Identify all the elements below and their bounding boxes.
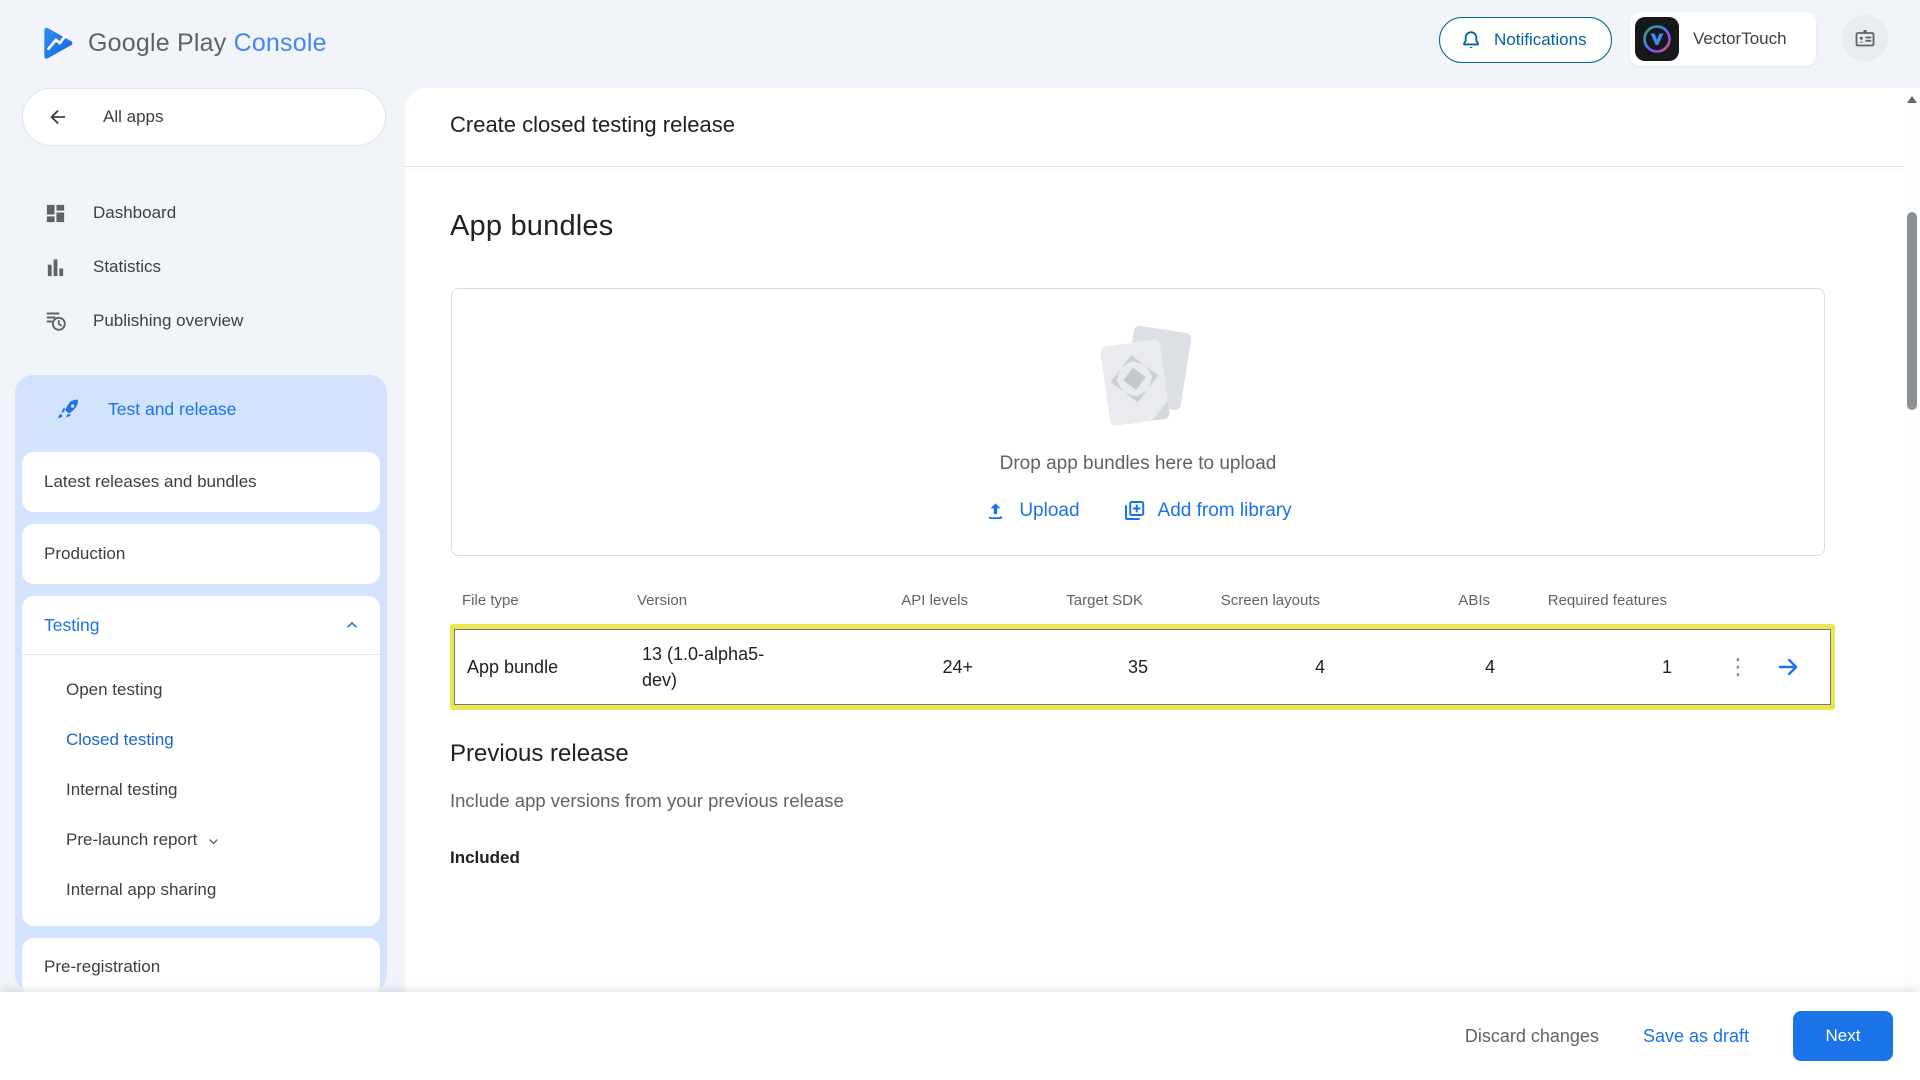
sidebar: All apps Dashboard Statistics Publishing… — [0, 88, 405, 992]
cell-abis: 4 — [1325, 657, 1495, 678]
drop-zone-text: Drop app bundles here to upload — [1000, 453, 1277, 475]
page-title-bar: Create closed testing release — [405, 88, 1920, 166]
chevron-down-icon — [206, 834, 221, 849]
scroll-up-arrow-icon[interactable] — [1907, 96, 1917, 103]
next-button[interactable]: Next — [1793, 1011, 1893, 1061]
library-add-icon — [1122, 499, 1146, 523]
all-apps-label: All apps — [103, 107, 163, 127]
brand-text: Google Play Console — [88, 29, 327, 58]
previous-release-heading: Previous release — [450, 740, 629, 768]
sidebar-card-latest-releases[interactable]: Latest releases and bundles — [22, 452, 380, 512]
sidebar-item-test-and-release[interactable]: Test and release — [15, 375, 387, 445]
upload-icon — [984, 500, 1007, 523]
divider — [405, 166, 1920, 167]
brand-console: Console — [234, 29, 327, 57]
sub-item-label: Internal testing — [66, 780, 178, 800]
app-account-chip[interactable]: VectorTouch — [1630, 12, 1816, 66]
brand-google-play: Google Play — [88, 29, 226, 57]
dashboard-icon — [44, 202, 67, 225]
upload-label: Upload — [1019, 500, 1079, 522]
cell-api-levels: 24+ — [870, 657, 973, 678]
sidebar-item-label: Publishing overview — [93, 311, 243, 331]
column-version: Version — [625, 592, 865, 609]
sidebar-card-testing: Testing Open testing Closed testing Inte… — [22, 596, 380, 926]
google-play-console-logo[interactable]: Google Play Console — [38, 24, 327, 62]
bar-chart-icon — [44, 256, 67, 279]
column-api-levels: API levels — [865, 592, 968, 609]
testing-label: Testing — [44, 615, 99, 636]
all-apps-back-button[interactable]: All apps — [22, 88, 386, 146]
add-from-library-label: Add from library — [1158, 500, 1292, 522]
row-detail-arrow-button[interactable] — [1775, 654, 1801, 680]
column-abis: ABIs — [1320, 592, 1490, 609]
cell-screen-layouts: 4 — [1148, 657, 1325, 678]
sidebar-item-label: Dashboard — [93, 203, 176, 223]
app-bundles-heading: App bundles — [450, 210, 613, 243]
column-target-sdk: Target SDK — [968, 592, 1143, 609]
included-label: Included — [450, 848, 520, 868]
app-bundle-pages-icon — [1075, 321, 1201, 439]
cell-required-features: 1 — [1495, 657, 1672, 678]
bundle-row-highlight: App bundle 13 (1.0-alpha5-dev) 24+ 35 4 … — [450, 624, 1835, 710]
page-title: Create closed testing release — [450, 112, 735, 138]
id-badge-icon — [1853, 26, 1877, 50]
column-required-features: Required features — [1490, 592, 1667, 609]
discard-changes-button[interactable]: Discard changes — [1465, 1026, 1599, 1047]
chevron-up-icon — [344, 617, 360, 633]
notifications-label: Notifications — [1494, 30, 1587, 50]
sub-item-label: Pre-launch report — [66, 830, 197, 850]
publishing-overview-icon — [44, 309, 68, 333]
add-from-library-button[interactable]: Add from library — [1122, 499, 1292, 523]
bundle-drop-zone[interactable]: Drop app bundles here to upload Upload — [451, 288, 1825, 556]
vertical-scrollbar[interactable] — [1904, 88, 1920, 992]
developer-badge-button[interactable] — [1842, 15, 1888, 61]
sidebar-item-statistics[interactable]: Statistics — [0, 240, 386, 294]
sidebar-item-label: Test and release — [108, 399, 236, 420]
sidebar-item-dashboard[interactable]: Dashboard — [0, 186, 386, 240]
test-and-release-section: Test and release Latest releases and bun… — [15, 375, 387, 992]
bundle-table-header: File type Version API levels Target SDK … — [450, 592, 1830, 609]
cell-file-type: App bundle — [455, 657, 630, 678]
sub-item-label: Internal app sharing — [66, 880, 216, 900]
upload-button[interactable]: Upload — [984, 500, 1079, 523]
top-header: Google Play Console Notifications — [0, 0, 1920, 88]
testing-expander[interactable]: Testing — [22, 596, 380, 654]
vectortouch-app-icon — [1635, 17, 1679, 61]
sub-item-label: Open testing — [66, 680, 162, 700]
sidebar-item-publishing-overview[interactable]: Publishing overview — [0, 294, 386, 348]
bell-icon — [1460, 29, 1482, 51]
sidebar-item-closed-testing[interactable]: Closed testing — [22, 715, 380, 765]
sidebar-item-open-testing[interactable]: Open testing — [22, 665, 380, 715]
bundle-table-row[interactable]: App bundle 13 (1.0-alpha5-dev) 24+ 35 4 … — [454, 629, 1831, 705]
previous-release-description: Include app versions from your previous … — [450, 790, 844, 812]
cell-version: 13 (1.0-alpha5-dev) — [642, 641, 792, 693]
account-name: VectorTouch — [1693, 29, 1787, 49]
scrollbar-thumb[interactable] — [1907, 212, 1917, 410]
action-footer: Discard changes Save as draft Next — [0, 992, 1920, 1080]
column-screen-layouts: Screen layouts — [1143, 592, 1320, 609]
sidebar-item-internal-testing[interactable]: Internal testing — [22, 765, 380, 815]
play-logo-icon — [38, 24, 76, 62]
save-as-draft-button[interactable]: Save as draft — [1643, 1026, 1749, 1047]
back-arrow-icon — [47, 106, 69, 128]
notifications-button[interactable]: Notifications — [1439, 17, 1612, 63]
rocket-icon — [55, 397, 82, 424]
sidebar-item-pre-launch-report[interactable]: Pre-launch report — [22, 815, 380, 865]
column-file-type: File type — [450, 592, 625, 609]
sidebar-item-label: Statistics — [93, 257, 161, 277]
cell-target-sdk: 35 — [973, 657, 1148, 678]
overflow-menu-icon[interactable]: ⋮ — [1727, 661, 1749, 673]
sidebar-item-internal-app-sharing[interactable]: Internal app sharing — [22, 865, 380, 915]
card-label: Latest releases and bundles — [44, 472, 257, 492]
card-label: Pre-registration — [44, 957, 160, 977]
sidebar-card-pre-registration[interactable]: Pre-registration — [22, 938, 380, 996]
main-content: Create closed testing release App bundle… — [405, 88, 1920, 992]
sub-item-label: Closed testing — [66, 730, 174, 750]
sidebar-card-production[interactable]: Production — [22, 524, 380, 584]
card-label: Production — [44, 544, 125, 564]
